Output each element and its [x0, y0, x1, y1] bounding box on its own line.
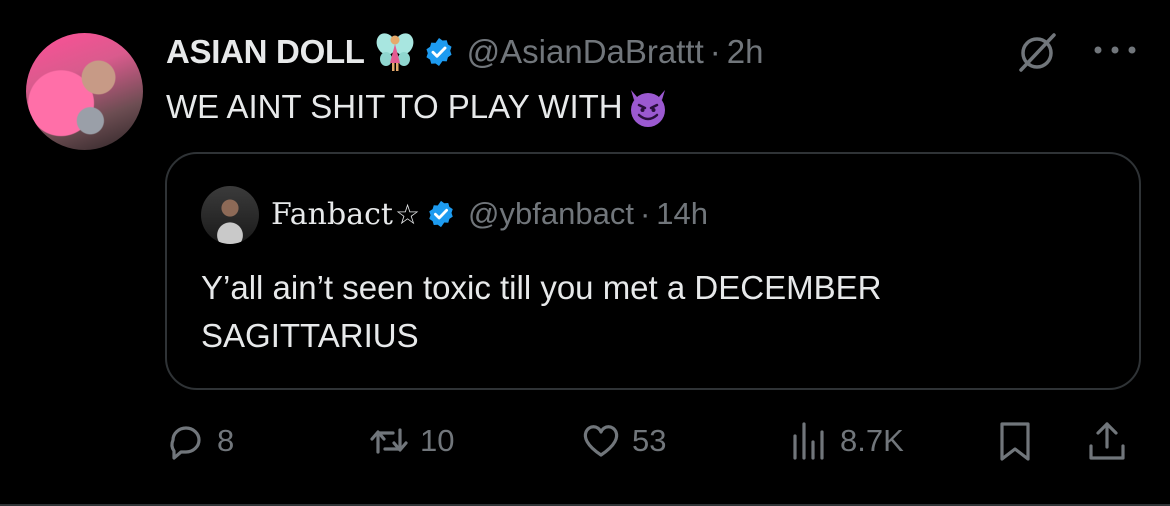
quoted-tweet-text: Y’all ain’t seen toxic till you met a DE…: [201, 269, 882, 354]
bookmark-icon: [1000, 422, 1030, 461]
reply-button[interactable]: 8: [165, 416, 234, 466]
separator-dot: ·: [639, 196, 651, 231]
like-button[interactable]: 53: [580, 416, 666, 466]
quoted-author-avatar[interactable]: [201, 186, 259, 244]
tweet-timestamp[interactable]: 2h: [727, 33, 764, 71]
tweet-text-content: WE AINT SHIT TO PLAY WITH: [166, 88, 623, 125]
tweet[interactable]: ASIAN DOLL @AsianDaBrattt · 2h WE AINT S…: [0, 0, 1170, 506]
repost-count: 10: [420, 423, 455, 458]
share-icon: [1089, 422, 1125, 460]
smiling-devil-emoji-icon: [630, 90, 665, 127]
more-icon[interactable]: [1092, 42, 1138, 58]
quoted-author-display-name[interactable]: Fanbact: [271, 197, 393, 232]
bookmark-button[interactable]: [994, 416, 1036, 466]
grok-icon[interactable]: [1014, 30, 1060, 76]
author-display-name[interactable]: ASIAN DOLL: [166, 33, 365, 71]
views-button[interactable]: 8.7K: [788, 416, 904, 466]
reply-count: 8: [217, 423, 235, 458]
verified-badge-icon: [426, 38, 452, 66]
author-avatar[interactable]: [26, 33, 143, 150]
tweet-text: WE AINT SHIT TO PLAY WITH: [166, 84, 671, 130]
quoted-author-star: ☆: [394, 198, 421, 230]
fairy-emoji-icon: [376, 33, 414, 71]
author-handle[interactable]: @AsianDaBrattt: [467, 33, 704, 71]
views-count: 8.7K: [840, 423, 904, 458]
quoted-tweet-header: Fanbact ☆ @ybfanbact · 14h: [271, 194, 708, 234]
tweet-header: ASIAN DOLL @AsianDaBrattt · 2h: [166, 29, 763, 75]
reply-icon: [170, 426, 201, 460]
quoted-author-handle[interactable]: @ybfanbact: [468, 196, 634, 232]
share-button[interactable]: [1086, 416, 1128, 466]
separator-dot: ·: [709, 33, 721, 70]
like-icon: [583, 425, 619, 457]
quoted-tweet-timestamp[interactable]: 14h: [656, 196, 708, 232]
verified-badge-icon: [429, 200, 453, 228]
like-count: 53: [632, 423, 667, 458]
quoted-tweet[interactable]: Fanbact ☆ @ybfanbact · 14h Y’all ain’t s…: [165, 152, 1141, 390]
views-icon: [793, 422, 824, 460]
tweet-actions: 8 10 53 8.7K: [0, 416, 1170, 466]
repost-icon: [370, 428, 408, 454]
repost-button[interactable]: 10: [368, 416, 454, 466]
